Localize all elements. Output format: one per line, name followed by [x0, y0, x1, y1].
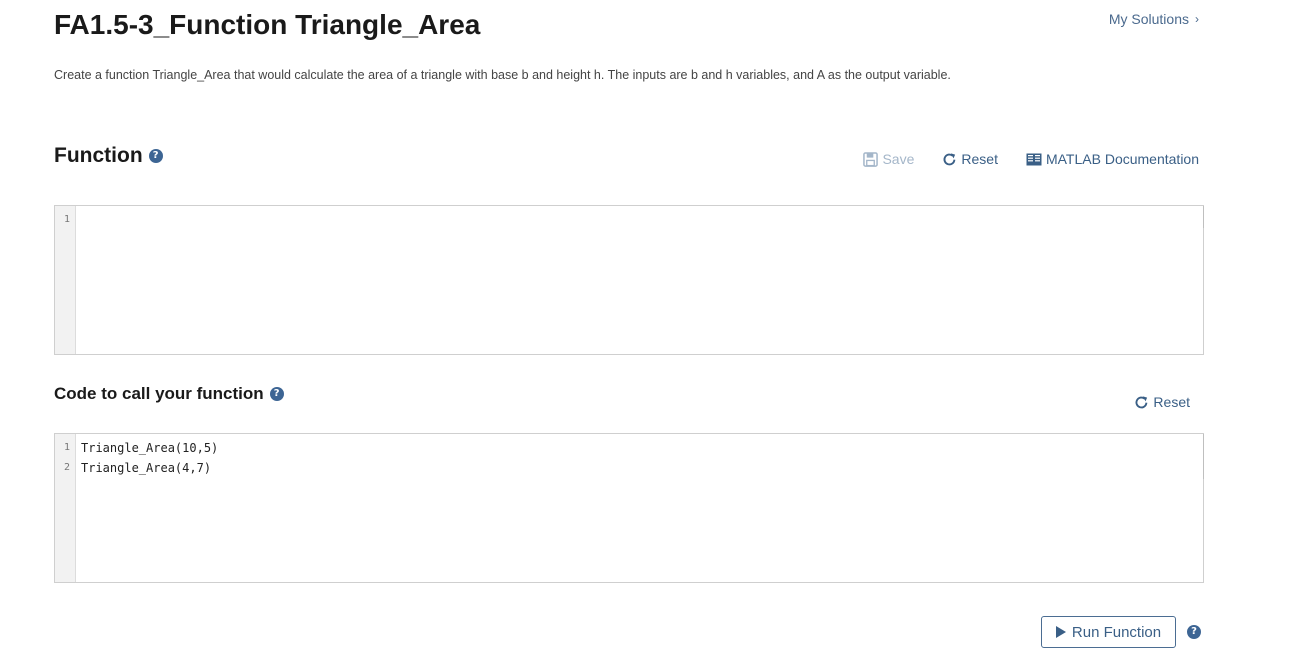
- call-section-title: Code to call your function ?: [54, 384, 284, 404]
- code-line[interactable]: Triangle_Area(10,5): [81, 441, 1203, 461]
- question-circle-icon[interactable]: ?: [269, 387, 284, 401]
- line-number: 1: [63, 214, 70, 225]
- function-title-text: Function: [54, 144, 143, 167]
- code-area[interactable]: Triangle_Area(10,5) Triangle_Area(4,7): [76, 434, 1203, 582]
- function-code-editor[interactable]: 1: [54, 205, 1204, 355]
- question-circle-icon[interactable]: ?: [148, 149, 163, 163]
- refresh-icon: [1134, 395, 1149, 410]
- call-reset-label: Reset: [1153, 394, 1190, 410]
- run-function-label: Run Function: [1071, 623, 1162, 641]
- my-solutions-label: My Solutions: [1108, 11, 1189, 27]
- my-solutions-link[interactable]: My Solutions ›: [1109, 11, 1199, 27]
- save-button[interactable]: Save: [863, 151, 914, 167]
- code-line[interactable]: [81, 213, 1203, 233]
- line-number: 2: [63, 462, 70, 473]
- function-toolbar: Save Reset MATLAB Documentation: [863, 151, 1199, 167]
- call-reset-button[interactable]: Reset: [1134, 394, 1190, 410]
- floppy-disk-icon: [863, 151, 879, 167]
- reset-button[interactable]: Reset: [942, 151, 998, 167]
- matlab-documentation-button[interactable]: MATLAB Documentation: [1026, 151, 1199, 167]
- reset-label: Reset: [961, 151, 998, 167]
- line-number-gutter: 1 2: [55, 434, 76, 582]
- code-area[interactable]: [76, 206, 1203, 354]
- call-title-text: Code to call your function: [54, 384, 264, 403]
- problem-title: FA1.5-3_Function Triangle_Area: [54, 9, 481, 40]
- line-number-gutter: 1: [55, 206, 76, 354]
- run-function-button[interactable]: Run Function: [1041, 616, 1176, 648]
- call-code-editor[interactable]: 1 2 Triangle_Area(10,5) Triangle_Area(4,…: [54, 433, 1204, 583]
- chevron-right-icon: ›: [1195, 12, 1199, 26]
- book-icon: [1026, 153, 1042, 166]
- play-icon: [1055, 626, 1066, 638]
- line-number: 1: [63, 442, 70, 453]
- question-circle-icon[interactable]: ?: [1187, 625, 1201, 639]
- page: FA1.5-3_Function Triangle_Area My Soluti…: [0, 0, 1289, 659]
- save-label: Save: [882, 151, 915, 167]
- function-section-title: Function ?: [54, 144, 163, 168]
- matlab-documentation-label: MATLAB Documentation: [1045, 151, 1199, 167]
- refresh-icon: [942, 152, 957, 167]
- code-line[interactable]: Triangle_Area(4,7): [81, 461, 1203, 481]
- editor-scrollbar[interactable]: [1203, 206, 1204, 228]
- editor-scrollbar[interactable]: [1203, 434, 1204, 479]
- problem-description: Create a function Triangle_Area that wou…: [54, 68, 951, 82]
